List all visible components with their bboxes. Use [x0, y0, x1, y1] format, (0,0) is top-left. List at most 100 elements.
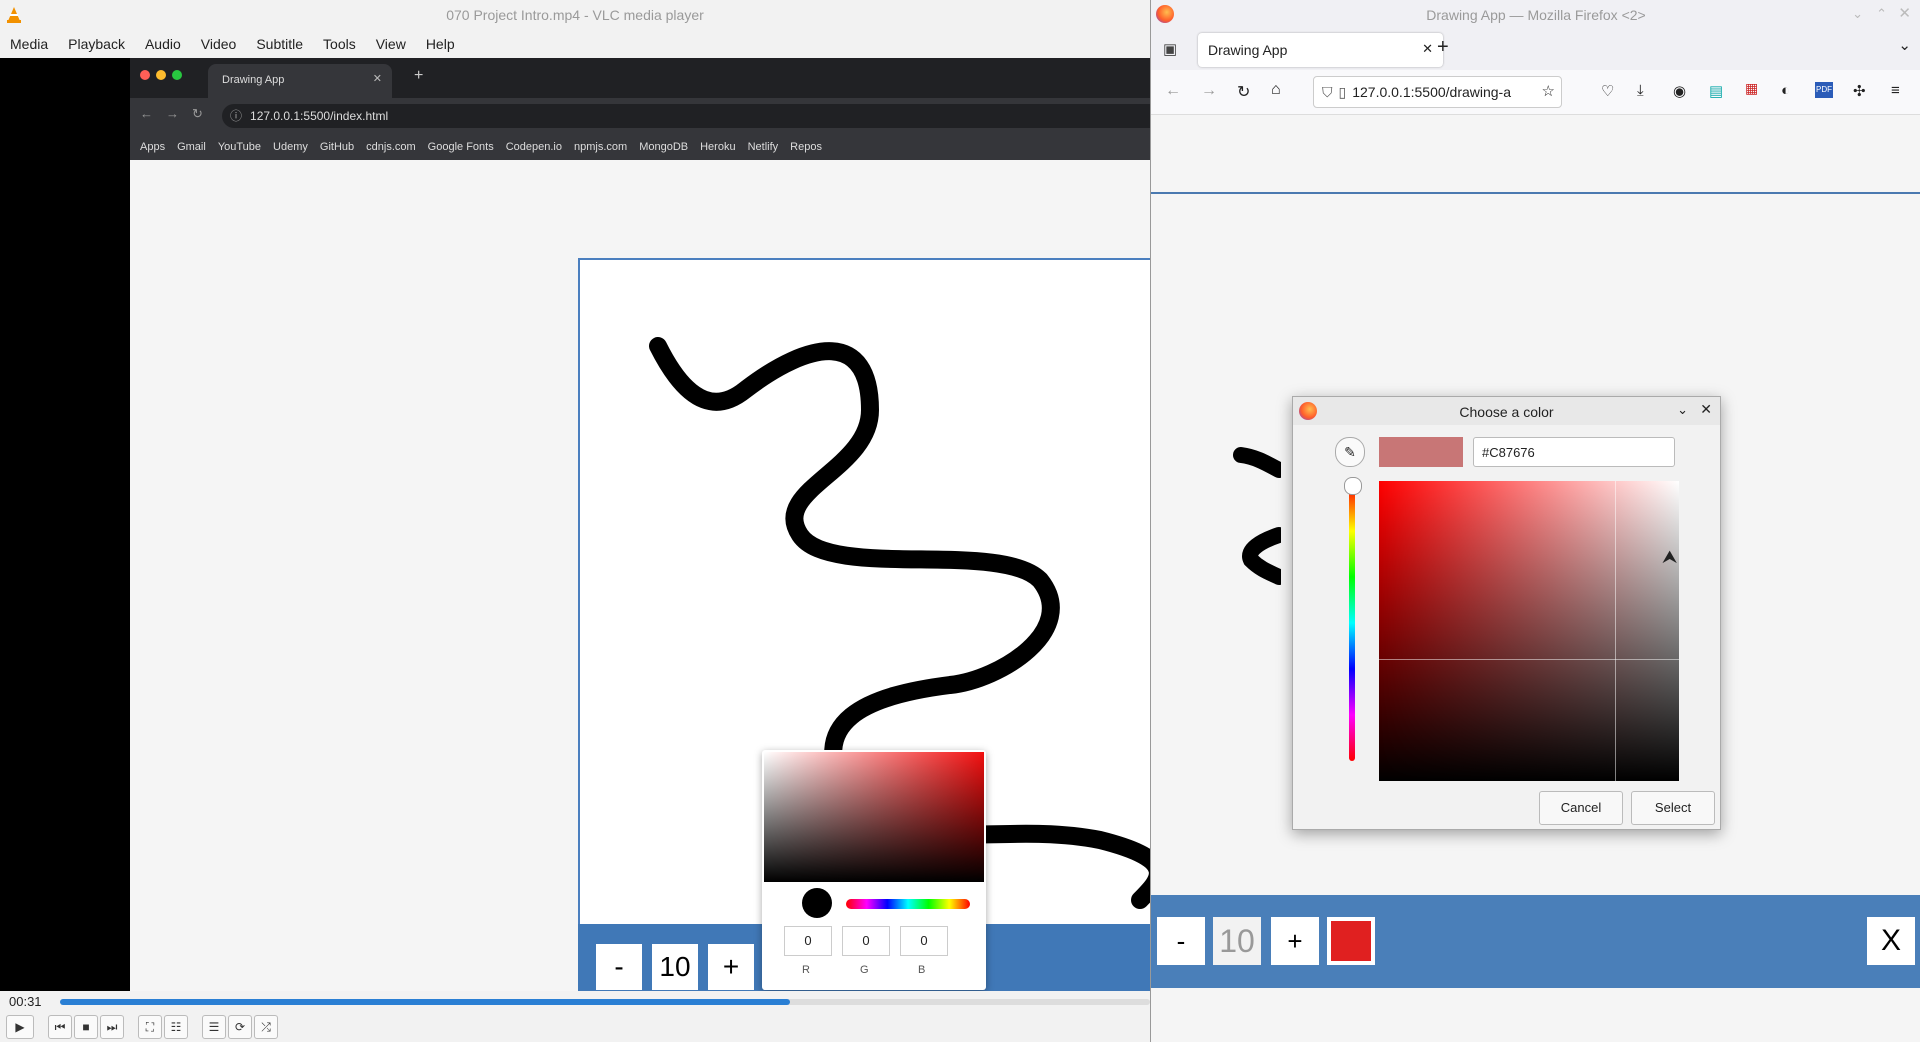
- decrease-button[interactable]: -: [1157, 917, 1205, 965]
- firefox-tab[interactable]: Drawing App ✕: [1198, 33, 1443, 67]
- stop-icon[interactable]: ■: [74, 1015, 98, 1039]
- extension-new-icon[interactable]: ▦: [1745, 80, 1758, 97]
- minimize-icon[interactable]: ⌄: [1852, 6, 1863, 22]
- info-icon: ⓘ: [230, 109, 243, 123]
- minimize-dot-icon: [156, 70, 166, 80]
- close-icon: ✕: [372, 73, 382, 85]
- hue-slider[interactable]: [1349, 485, 1355, 761]
- video-tab: Drawing App ✕: [208, 64, 392, 98]
- extended-settings-icon[interactable]: ☷: [164, 1015, 188, 1039]
- drawing-stroke: [1233, 447, 1281, 585]
- hue-slider: [846, 899, 970, 909]
- menu-video[interactable]: Video: [191, 30, 247, 58]
- bookmark: YouTube: [217, 141, 262, 153]
- bookmark: Apps: [140, 141, 166, 153]
- reload-icon: ↻: [192, 106, 203, 121]
- clear-button[interactable]: X: [1867, 917, 1915, 965]
- video-url: ⓘ 127.0.0.1:5500/index.html: [222, 104, 1150, 128]
- bookmark-star-icon[interactable]: ☆: [1542, 77, 1555, 107]
- mouse-cursor-icon: ⮝: [1662, 547, 1678, 567]
- menu-playback[interactable]: Playback: [58, 30, 135, 58]
- menu-help[interactable]: Help: [416, 30, 465, 58]
- increase-button[interactable]: +: [1271, 917, 1319, 965]
- back-icon[interactable]: ←: [1165, 82, 1181, 100]
- eyedropper-icon[interactable]: ✎: [1335, 437, 1365, 467]
- dialog-titlebar: Choose a color ⌄ ✕: [1293, 397, 1720, 425]
- fullscreen-icon[interactable]: ⛶: [138, 1015, 162, 1039]
- extensions-icon[interactable]: ✣: [1853, 82, 1866, 100]
- maximize-icon[interactable]: ⌃: [1876, 6, 1887, 22]
- toolbox: - 10 + X: [1151, 895, 1920, 988]
- forward-icon[interactable]: →: [1201, 82, 1217, 100]
- bookmark: cdnjs.com: [366, 141, 416, 153]
- hex-input[interactable]: #C87676: [1473, 437, 1675, 467]
- vlc-window-title: 070 Project Intro.mp4 - VLC media player: [446, 7, 704, 23]
- bookmark: Gmail: [177, 141, 206, 153]
- dialog-minimize-icon[interactable]: ⌄: [1677, 402, 1688, 418]
- canvas-top-border: [1151, 192, 1920, 194]
- close-tab-icon[interactable]: ✕: [1422, 41, 1433, 57]
- firefox-window-title: Drawing App — Mozilla Firefox <2>: [1426, 7, 1646, 23]
- color-dialog: Choose a color ⌄ ✕ ✎ #C87676 ⮝ Cancel Se…: [1292, 396, 1721, 830]
- pdf-extension-icon[interactable]: PDF: [1815, 82, 1833, 98]
- color-input[interactable]: [1327, 917, 1375, 965]
- menu-media[interactable]: Media: [0, 30, 58, 58]
- video-url-text: 127.0.0.1:5500/index.html: [250, 109, 389, 123]
- crosshair-horizontal: [1379, 659, 1679, 660]
- reload-icon[interactable]: ↻: [1237, 82, 1250, 102]
- play-icon[interactable]: ▶: [6, 1015, 34, 1039]
- close-dot-icon: [140, 70, 150, 80]
- shuffle-icon[interactable]: ⤮: [254, 1015, 278, 1039]
- firefox-tabbar: ▣ Drawing App ✕ + ⌄: [1151, 30, 1920, 70]
- bookmark: Heroku: [700, 141, 736, 153]
- video-color-picker: 0 0 0 R G B: [762, 750, 986, 990]
- extension-save-icon[interactable]: ▤: [1709, 82, 1723, 100]
- pocket-icon[interactable]: ♡: [1601, 82, 1614, 100]
- menu-subtitle[interactable]: Subtitle: [246, 30, 313, 58]
- vlc-controls: ▶ ⏮ ■ ⏭ ⛶ ☷ ☰ ⟳ ⤮: [0, 1011, 1150, 1042]
- red-field: 0: [784, 926, 832, 956]
- video-area[interactable]: Drawing App ✕ + ← → ↻ ⓘ 127.0.0.1:5500/in…: [0, 58, 1150, 991]
- increase-button: +: [708, 944, 754, 990]
- bookmark: npmjs.com: [574, 141, 628, 153]
- select-button[interactable]: Select: [1631, 791, 1715, 825]
- previous-icon[interactable]: ⏮: [48, 1015, 72, 1039]
- hue-slider-handle[interactable]: [1344, 477, 1362, 495]
- menu-audio[interactable]: Audio: [135, 30, 191, 58]
- loop-icon[interactable]: ⟳: [228, 1015, 252, 1039]
- bookmark: Codepen.io: [505, 141, 562, 153]
- menu-icon[interactable]: ≡: [1891, 82, 1900, 99]
- color-preview: [1379, 437, 1463, 467]
- video-tabbar: Drawing App ✕ +: [130, 58, 1150, 98]
- green-field: 0: [842, 926, 890, 956]
- red-label: R: [802, 964, 810, 976]
- dialog-close-icon[interactable]: ✕: [1700, 401, 1712, 418]
- saturation-area: [764, 752, 984, 882]
- color-input-swatch: [1331, 921, 1371, 961]
- playlist-icon[interactable]: ☰: [202, 1015, 226, 1039]
- new-tab-icon[interactable]: +: [1437, 36, 1449, 59]
- list-tabs-icon[interactable]: ⌄: [1898, 36, 1911, 54]
- url-text: 127.0.0.1:5500/drawing-a: [1352, 84, 1512, 100]
- seek-bar[interactable]: [60, 999, 1150, 1005]
- vlc-menubar: Media Playback Audio Video Subtitle Tool…: [0, 30, 1150, 58]
- cancel-button[interactable]: Cancel: [1539, 791, 1623, 825]
- menu-tools[interactable]: Tools: [313, 30, 366, 58]
- vlc-titlebar: 070 Project Intro.mp4 - VLC media player: [0, 0, 1150, 30]
- decrease-button: -: [596, 944, 642, 990]
- url-bar[interactable]: ⛉ ▯ 127.0.0.1:5500/drawing-a ☆: [1313, 76, 1562, 108]
- home-icon[interactable]: ⌂: [1271, 81, 1281, 99]
- close-window-icon[interactable]: ✕: [1898, 4, 1911, 22]
- firefox-titlebar: Drawing App — Mozilla Firefox <2> ⌄ ⌃ ✕: [1151, 0, 1920, 30]
- bookmark: Udemy: [273, 141, 308, 153]
- menu-view[interactable]: View: [366, 30, 416, 58]
- video-addressbar: ← → ↻ ⓘ 127.0.0.1:5500/index.html: [130, 98, 1150, 134]
- saturation-value-area[interactable]: [1379, 481, 1679, 781]
- downloads-icon[interactable]: ⤓: [1637, 82, 1644, 99]
- blue-field: 0: [900, 926, 948, 956]
- video-bookmarks: Apps Gmail YouTube Udemy GitHub cdnjs.co…: [130, 134, 1150, 160]
- extension-privacy-icon[interactable]: ◐: [1781, 82, 1790, 99]
- account-icon[interactable]: ◉: [1673, 82, 1686, 100]
- tab-overview-icon[interactable]: ▣: [1163, 40, 1177, 58]
- next-icon[interactable]: ⏭: [100, 1015, 124, 1039]
